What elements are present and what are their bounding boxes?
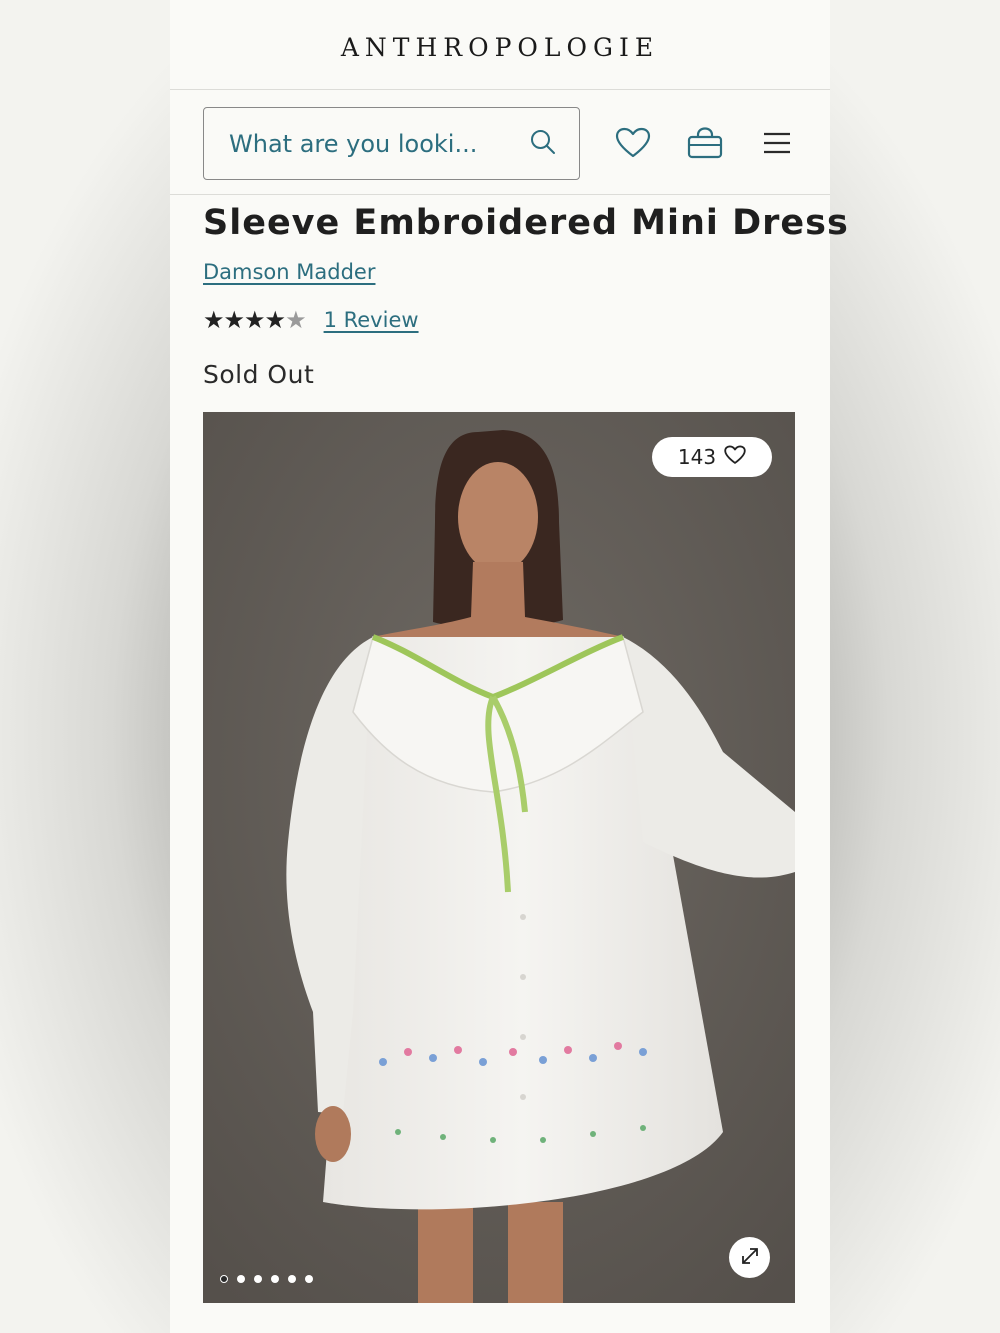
gallery-dot[interactable]: [288, 1275, 296, 1283]
heart-icon: [724, 445, 746, 470]
gallery-dot[interactable]: [220, 1275, 228, 1283]
expand-image-button[interactable]: [729, 1237, 770, 1278]
product-title: Sleeve Embroidered Mini Dress: [203, 203, 849, 243]
gallery-pagination: [220, 1275, 313, 1283]
half-star-icon: ★: [285, 306, 306, 334]
favorites-pill[interactable]: 143: [652, 437, 772, 477]
expand-icon: [739, 1245, 761, 1271]
search-input[interactable]: [229, 129, 529, 158]
shopping-bag-icon[interactable]: [683, 121, 727, 165]
favorites-count: 143: [677, 445, 717, 469]
product-image-gallery[interactable]: 143: [203, 412, 795, 1303]
search-icon[interactable]: [529, 128, 557, 160]
gallery-dot[interactable]: [237, 1275, 245, 1283]
gallery-dot[interactable]: [305, 1275, 313, 1283]
brand-logo[interactable]: ANTHROPOLOGIE: [341, 27, 659, 62]
product-rating: ★★★★★ 1 Review: [203, 306, 419, 334]
rating-stars: ★★★★★: [203, 306, 307, 334]
gallery-dot[interactable]: [254, 1275, 262, 1283]
site-header: [170, 90, 830, 195]
product-page: ANTHROPOLOGIE What are you looki... Slee…: [170, 0, 848, 1333]
menu-icon[interactable]: [755, 121, 799, 165]
product-brand-link[interactable]: Damson Madder: [203, 260, 375, 284]
brand-bar: ANTHROPOLOGIE: [170, 0, 830, 90]
review-link[interactable]: 1 Review: [324, 308, 419, 332]
product-photo: [203, 412, 795, 1303]
gallery-dot[interactable]: [271, 1275, 279, 1283]
search-box[interactable]: [203, 107, 580, 180]
stock-status: Sold Out: [203, 360, 315, 389]
wishlist-heart-icon[interactable]: [611, 121, 655, 165]
